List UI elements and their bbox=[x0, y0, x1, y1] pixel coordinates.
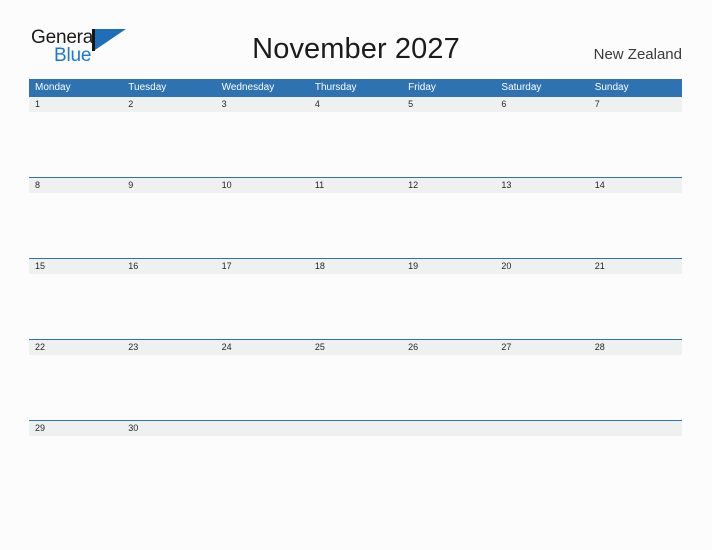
day-number[interactable]: 14 bbox=[589, 178, 682, 193]
page-header: General Blue November 2027 New Zealand bbox=[0, 0, 712, 76]
day-number[interactable]: 7 bbox=[589, 97, 682, 112]
day-number[interactable]: 23 bbox=[122, 340, 215, 355]
day-event-area[interactable] bbox=[122, 436, 215, 501]
day-number[interactable]: 11 bbox=[309, 178, 402, 193]
day-event-area[interactable] bbox=[589, 112, 682, 177]
day-number-empty bbox=[216, 421, 309, 436]
weekday-header-friday: Friday bbox=[408, 82, 436, 93]
day-number-empty bbox=[402, 421, 495, 436]
week-date-band: 1 2 3 4 5 6 7 bbox=[29, 97, 682, 112]
day-number[interactable]: 4 bbox=[309, 97, 402, 112]
day-number[interactable]: 25 bbox=[309, 340, 402, 355]
weekday-header-wednesday: Wednesday bbox=[221, 82, 275, 93]
day-number[interactable]: 3 bbox=[216, 97, 309, 112]
day-number[interactable]: 6 bbox=[495, 97, 588, 112]
day-event-area[interactable] bbox=[216, 112, 309, 177]
day-event-area[interactable] bbox=[402, 355, 495, 420]
week-row: 15 16 17 18 19 20 21 bbox=[29, 258, 682, 339]
day-event-area[interactable] bbox=[216, 193, 309, 258]
weekday-header-tuesday: Tuesday bbox=[128, 82, 167, 93]
day-number[interactable]: 29 bbox=[29, 421, 122, 436]
day-number[interactable]: 8 bbox=[29, 178, 122, 193]
day-event-area[interactable] bbox=[309, 274, 402, 339]
day-event-area[interactable] bbox=[29, 193, 122, 258]
day-number-empty bbox=[309, 421, 402, 436]
day-event-area[interactable] bbox=[122, 193, 215, 258]
day-number[interactable]: 13 bbox=[495, 178, 588, 193]
calendar-grid: Monday Tuesday Wednesday Thursday Friday… bbox=[29, 79, 682, 501]
day-number[interactable]: 21 bbox=[589, 259, 682, 274]
day-event-area[interactable] bbox=[309, 112, 402, 177]
day-number[interactable]: 2 bbox=[122, 97, 215, 112]
day-event-area-empty bbox=[402, 436, 495, 501]
day-event-area[interactable] bbox=[589, 193, 682, 258]
day-number[interactable]: 27 bbox=[495, 340, 588, 355]
day-event-area[interactable] bbox=[309, 193, 402, 258]
week-row: 1 2 3 4 5 6 7 bbox=[29, 96, 682, 177]
week-date-band: 8 9 10 11 12 13 14 bbox=[29, 178, 682, 193]
week-event-band bbox=[29, 112, 682, 177]
day-event-area[interactable] bbox=[495, 112, 588, 177]
day-number[interactable]: 9 bbox=[122, 178, 215, 193]
day-number[interactable]: 28 bbox=[589, 340, 682, 355]
day-number-empty bbox=[495, 421, 588, 436]
week-date-band: 15 16 17 18 19 20 21 bbox=[29, 259, 682, 274]
day-number[interactable]: 24 bbox=[216, 340, 309, 355]
day-event-area-empty bbox=[216, 436, 309, 501]
day-number[interactable]: 12 bbox=[402, 178, 495, 193]
day-event-area[interactable] bbox=[589, 274, 682, 339]
day-event-area[interactable] bbox=[122, 274, 215, 339]
week-event-band bbox=[29, 274, 682, 339]
day-event-area[interactable] bbox=[29, 355, 122, 420]
day-event-area[interactable] bbox=[29, 274, 122, 339]
day-number[interactable]: 26 bbox=[402, 340, 495, 355]
day-event-area[interactable] bbox=[122, 355, 215, 420]
week-row: 29 30 bbox=[29, 420, 682, 501]
day-event-area[interactable] bbox=[216, 355, 309, 420]
day-event-area[interactable] bbox=[402, 274, 495, 339]
day-number[interactable]: 17 bbox=[216, 259, 309, 274]
day-event-area[interactable] bbox=[402, 112, 495, 177]
day-event-area-empty bbox=[309, 436, 402, 501]
day-number[interactable]: 16 bbox=[122, 259, 215, 274]
day-event-area[interactable] bbox=[309, 355, 402, 420]
day-event-area[interactable] bbox=[122, 112, 215, 177]
week-row: 8 9 10 11 12 13 14 bbox=[29, 177, 682, 258]
day-event-area[interactable] bbox=[216, 274, 309, 339]
day-event-area[interactable] bbox=[29, 112, 122, 177]
weekday-header-saturday: Saturday bbox=[501, 82, 542, 93]
day-event-area[interactable] bbox=[589, 355, 682, 420]
week-event-band bbox=[29, 193, 682, 258]
day-number[interactable]: 1 bbox=[29, 97, 122, 112]
day-event-area-empty bbox=[495, 436, 588, 501]
day-number[interactable]: 5 bbox=[402, 97, 495, 112]
day-event-area[interactable] bbox=[495, 274, 588, 339]
week-event-band bbox=[29, 436, 682, 501]
day-number[interactable]: 22 bbox=[29, 340, 122, 355]
day-number-empty bbox=[589, 421, 682, 436]
week-date-band: 29 30 bbox=[29, 421, 682, 436]
weekday-header-row: Monday Tuesday Wednesday Thursday Friday… bbox=[29, 79, 682, 96]
day-event-area-empty bbox=[589, 436, 682, 501]
week-event-band bbox=[29, 355, 682, 420]
week-row: 22 23 24 25 26 27 28 bbox=[29, 339, 682, 420]
day-number[interactable]: 18 bbox=[309, 259, 402, 274]
day-number[interactable]: 19 bbox=[402, 259, 495, 274]
weekday-header-thursday: Thursday bbox=[314, 82, 357, 93]
day-event-area[interactable] bbox=[495, 193, 588, 258]
day-event-area[interactable] bbox=[495, 355, 588, 420]
day-number[interactable]: 20 bbox=[495, 259, 588, 274]
day-number[interactable]: 15 bbox=[29, 259, 122, 274]
weekday-header-sunday: Sunday bbox=[594, 82, 629, 93]
day-event-area[interactable] bbox=[29, 436, 122, 501]
week-date-band: 22 23 24 25 26 27 28 bbox=[29, 340, 682, 355]
calendar-page: General Blue November 2027 New Zealand M… bbox=[0, 0, 712, 550]
day-number[interactable]: 30 bbox=[122, 421, 215, 436]
country-label: New Zealand bbox=[593, 46, 682, 63]
weekday-header-monday: Monday bbox=[35, 82, 71, 93]
day-event-area[interactable] bbox=[402, 193, 495, 258]
day-number[interactable]: 10 bbox=[216, 178, 309, 193]
